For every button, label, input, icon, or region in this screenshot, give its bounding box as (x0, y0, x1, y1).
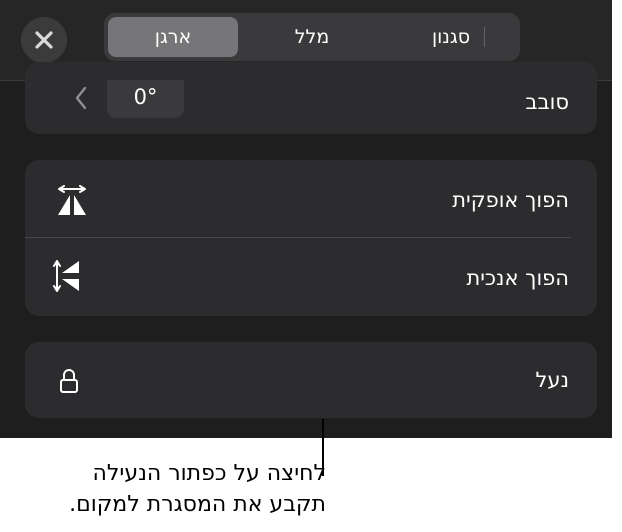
rotate-value[interactable]: 0° (107, 80, 184, 118)
callout-text: לחיצה על כפתור הנעילה תקבע את המסגרת למק… (0, 458, 326, 520)
close-icon (35, 31, 53, 49)
tab-text[interactable]: מלל (246, 17, 378, 57)
close-button[interactable] (21, 17, 67, 63)
rotate-card: 0° סובב (25, 62, 597, 134)
tab-arrange[interactable]: ארגן (108, 17, 238, 57)
flip-horizontal-icon (58, 185, 86, 215)
flip-vertical-label: הפוך אנכית (466, 266, 569, 290)
flip-card: הפוך אופקית הפוך אנכית (25, 160, 597, 316)
tab-style[interactable]: סגנון (386, 17, 516, 57)
callout-line-2: תקבע את המסגרת למקום. (69, 492, 326, 517)
flip-vertical-icon (53, 260, 79, 292)
arrange-panel: סגנון מלל ארגן 0° סובב הפוך אופקית הפוך … (0, 0, 612, 438)
callout-line-1: לחיצה על כפתור הנעילה (92, 461, 326, 486)
flip-horizontal-row[interactable]: הפוך אופקית (25, 160, 597, 237)
lock-icon (60, 369, 78, 393)
lock-label: נעל (535, 368, 570, 392)
lock-card[interactable]: נעל (25, 342, 597, 418)
flip-horizontal-label: הפוך אופקית (452, 188, 569, 212)
rotate-label: סובב (525, 90, 569, 114)
flip-vertical-row[interactable]: הפוך אנכית (25, 238, 597, 316)
tab-separator (484, 27, 485, 47)
chevron-left-icon[interactable] (73, 84, 89, 112)
tab-segmented-control: סגנון מלל ארגן (104, 13, 520, 61)
